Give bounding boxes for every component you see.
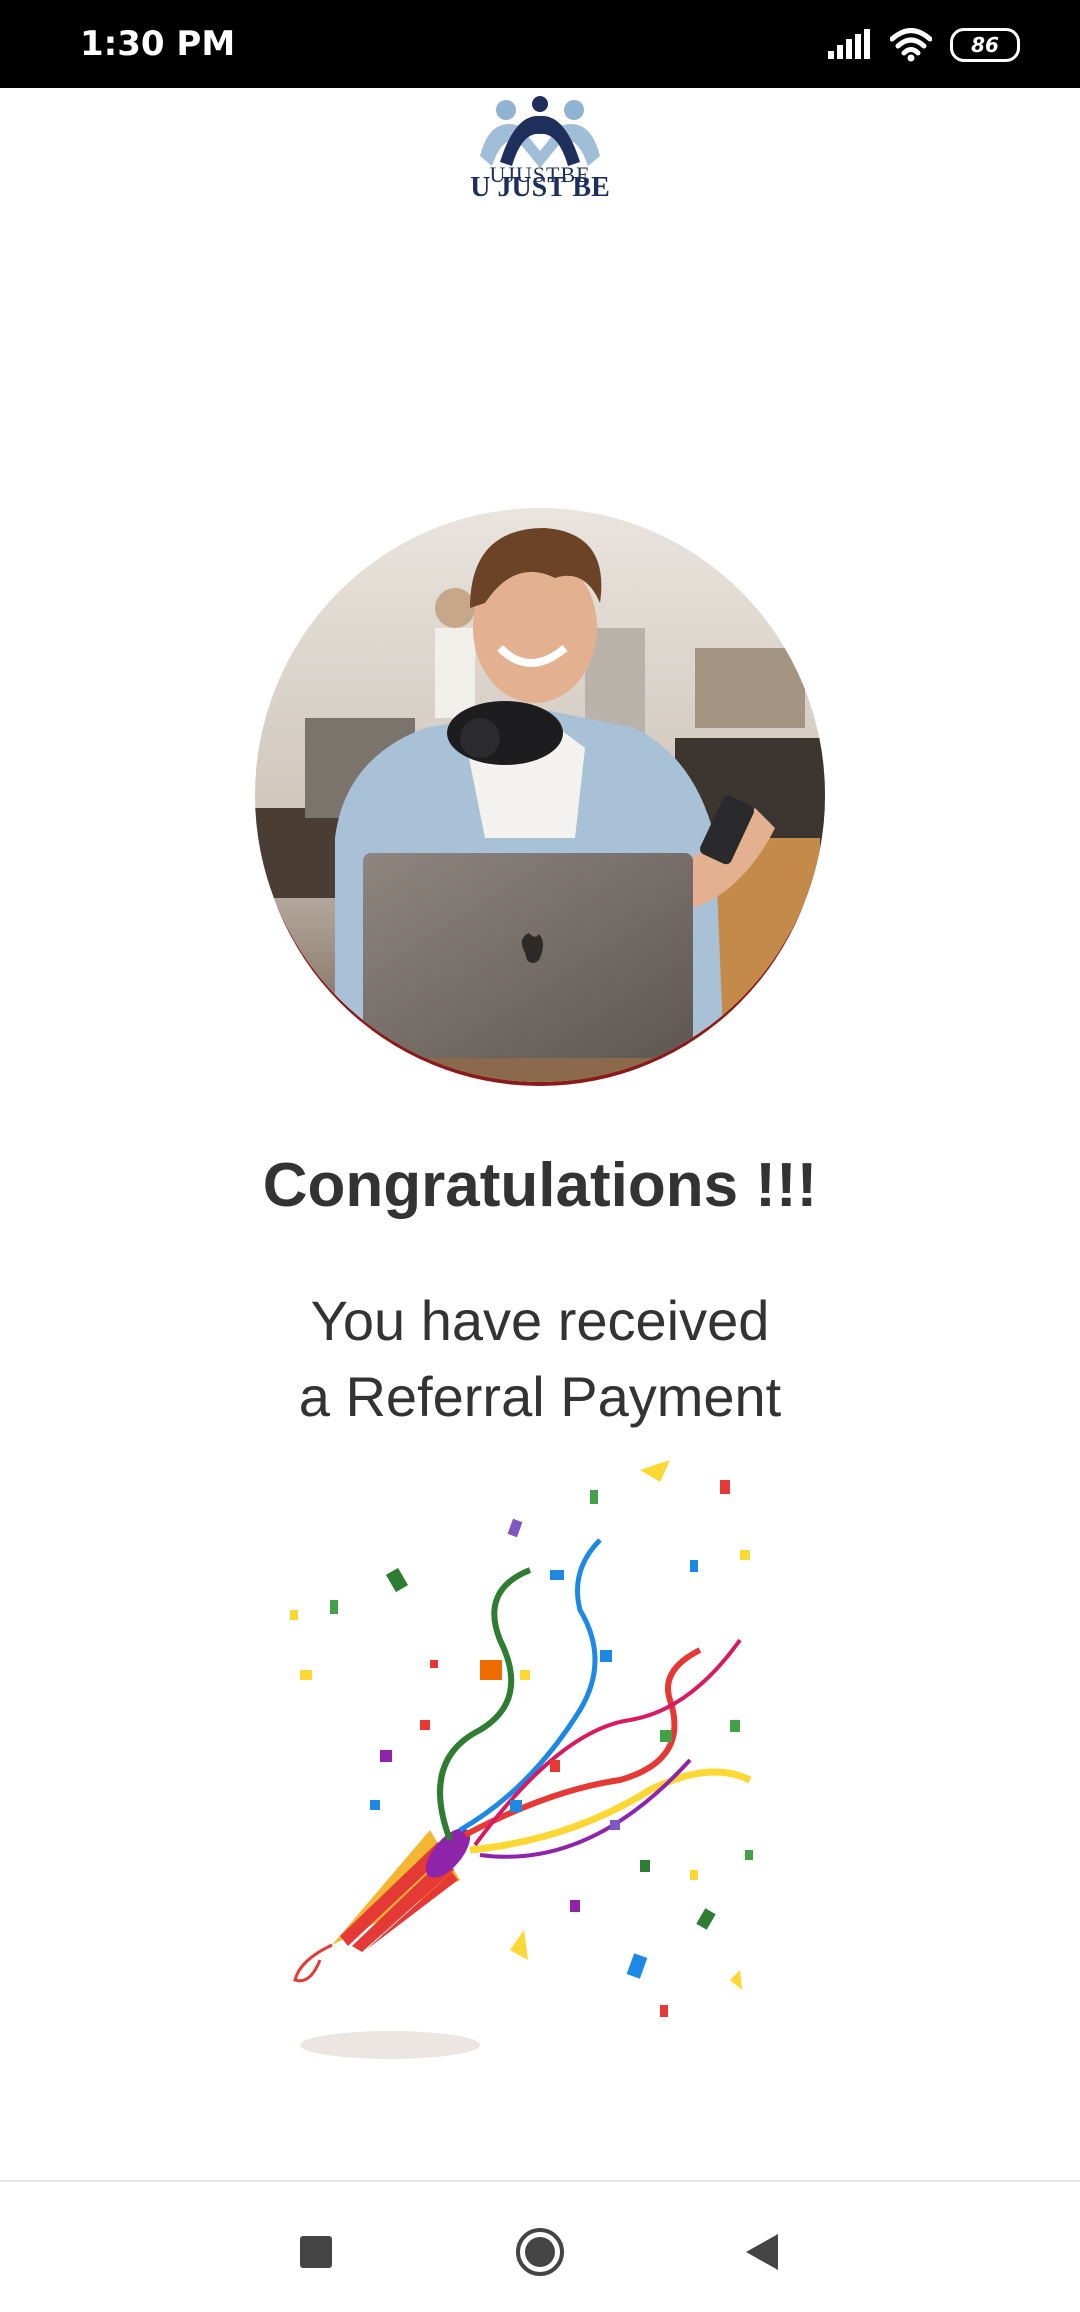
recent-apps-button[interactable] <box>286 2222 346 2282</box>
payment-message: You have received a Referral Payment <box>0 1283 1080 1435</box>
page-title: Congratulations !!! <box>262 1151 818 1220</box>
battery-level: 86 <box>971 33 999 57</box>
party-popper-image <box>270 1460 790 2080</box>
battery-icon: 86 <box>950 28 1020 62</box>
confetti-icon <box>290 1460 753 2059</box>
status-time: 1:30 PM <box>80 24 236 64</box>
app-logo: UJUSTBE U JUST BE <box>470 96 610 206</box>
signal-icon <box>828 29 870 59</box>
navigation-bar <box>0 2180 1080 2312</box>
message-line-2: a Referral Payment <box>298 1365 782 1428</box>
recent-apps-icon <box>300 2236 332 2268</box>
message-line-1: You have received <box>310 1289 770 1352</box>
home-button[interactable] <box>510 2222 570 2282</box>
status-bar: 1:30 PM 86 <box>0 0 1080 88</box>
wifi-icon <box>890 28 932 62</box>
logo-text: U JUST BE <box>470 172 610 203</box>
status-icons: 86 <box>828 24 1020 66</box>
profile-photo <box>255 508 825 1082</box>
man-with-laptop-image <box>255 508 825 1082</box>
back-button[interactable] <box>732 2222 792 2282</box>
back-icon <box>746 2234 778 2270</box>
home-icon <box>516 2228 564 2276</box>
